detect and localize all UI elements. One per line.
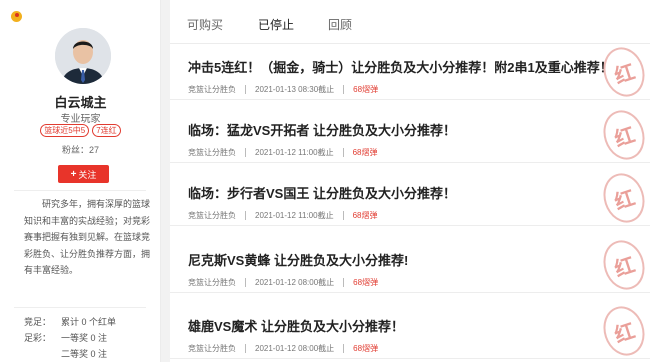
follow-button[interactable]: + 关注	[58, 165, 109, 183]
tab-bar: 可购买 已停止 回顾	[170, 0, 650, 44]
stats-label: 竞足：	[24, 317, 52, 327]
item-title[interactable]: 临场：步行者VS国王 让分胜负及大小分推荐！	[188, 183, 456, 202]
red-stamp-icon: 红	[597, 301, 650, 361]
list-item[interactable]: 临场：猛龙VS开拓者 让分胜负及大小分推荐！ 竞篮让分胜负 2021-01-12…	[170, 105, 650, 165]
item-time: 2021-01-12 11:00截止	[255, 148, 334, 157]
username: 白云城主	[54, 95, 107, 110]
item-title[interactable]: 雄鹿VS魔术 让分胜负及大小分推荐！	[188, 316, 404, 335]
item-category: 竞篮让分胜负	[188, 278, 236, 287]
item-title[interactable]: 临场：猛龙VS开拓者 让分胜负及大小分推荐！	[188, 120, 456, 139]
item-time: 2021-01-12 11:00截止	[255, 211, 334, 220]
tab-review[interactable]: 回顾	[328, 16, 352, 33]
item-time: 2021-01-12 08:00截止	[255, 278, 335, 287]
list-item[interactable]: 冲击5连红！（掘金，骑士）让分胜负及大小分推荐！附2串1及重心推荐！ 竞篮让分胜…	[170, 42, 650, 102]
item-price: 68熠弹	[352, 148, 378, 157]
item-category: 竞篮让分胜负	[188, 344, 236, 353]
stats-row: 竞足： 累计 0 个红单	[24, 314, 116, 330]
item-meta: 竞篮让分胜负 2021-01-12 08:00截止 68熠弹	[188, 343, 378, 354]
list-item[interactable]: 雄鹿VS魔术 让分胜负及大小分推荐！ 竞篮让分胜负 2021-01-12 08:…	[170, 301, 650, 361]
stats-value: 二等奖 0 注	[61, 349, 108, 359]
item-price: 68熠弹	[353, 344, 379, 353]
divider	[14, 190, 146, 191]
item-title[interactable]: 尼克斯VS黄蜂 让分胜负及大小分推荐!	[188, 250, 408, 269]
user-tags: 篮球近5中5 7连红	[0, 124, 161, 137]
item-time: 2021-01-13 08:30截止	[255, 85, 335, 94]
follow-label: 关注	[78, 169, 97, 180]
item-time: 2021-01-12 08:00截止	[255, 344, 335, 353]
red-stamp-icon: 红	[597, 105, 650, 165]
avatar[interactable]	[55, 28, 111, 84]
item-category: 竞篮让分胜负	[188, 148, 236, 157]
red-stamp-icon: 红	[597, 235, 650, 295]
item-meta: 竞篮让分胜负 2021-01-12 11:00截止 68熠弹	[188, 210, 377, 221]
tab-stopped[interactable]: 已停止	[258, 16, 294, 33]
stats-label: 足彩：	[24, 333, 52, 343]
user-title: 专业玩家	[60, 114, 101, 125]
tag-red-streak: 7连红	[92, 124, 121, 137]
stats-row: 二等奖 0 注	[24, 346, 116, 362]
item-category: 竞篮让分胜负	[188, 85, 236, 94]
item-meta: 竞篮让分胜负 2021-01-13 08:30截止 68熠弹	[188, 84, 378, 95]
stats-value: 一等奖 0 注	[61, 333, 108, 343]
stats-list: 竞足： 累计 0 个红单 足彩： 一等奖 0 注 二等奖 0 注	[24, 314, 116, 362]
tag-streak: 篮球近5中5	[40, 124, 90, 137]
main-panel: 可购买 已停止 回顾 冲击5连红！（掘金，骑士）让分胜负及大小分推荐！附2串1及…	[170, 0, 650, 362]
profile-sidebar: 白云城主 专业玩家 篮球近5中5 7连红 粉丝：27 + 关注 研究多年，拥有深…	[0, 0, 161, 362]
stats-value: 累计 0 个红单	[61, 317, 117, 327]
item-meta: 竞篮让分胜负 2021-01-12 11:00截止 68熠弹	[188, 147, 377, 158]
item-meta: 竞篮让分胜负 2021-01-12 08:00截止 68熠弹	[188, 277, 378, 288]
user-bio: 研究多年，拥有深厚的篮球知识和丰富的实战经验；对竞彩赛事把握有独到见解。在篮球竞…	[24, 199, 151, 275]
list-item[interactable]: 临场：步行者VS国王 让分胜负及大小分推荐！ 竞篮让分胜负 2021-01-12…	[170, 168, 650, 228]
stats-label	[24, 346, 61, 362]
item-category: 竞篮让分胜负	[188, 211, 236, 220]
item-price: 68熠弹	[353, 278, 379, 287]
list-item[interactable]: 尼克斯VS黄蜂 让分胜负及大小分推荐! 竞篮让分胜负 2021-01-12 08…	[170, 235, 650, 295]
red-stamp-icon: 红	[597, 168, 650, 228]
item-price: 68熠弹	[352, 211, 378, 220]
plus-icon: +	[70, 168, 77, 180]
logo-badge-icon	[11, 11, 22, 22]
tab-available[interactable]: 可购买	[187, 16, 223, 33]
stats-row: 足彩： 一等奖 0 注	[24, 330, 116, 346]
divider	[14, 307, 146, 308]
item-price: 68熠弹	[353, 85, 379, 94]
item-title[interactable]: 冲击5连红！（掘金，骑士）让分胜负及大小分推荐！附2串1及重心推荐！	[188, 57, 613, 76]
red-stamp-icon: 红	[597, 42, 650, 102]
fans-count: 粉丝：27	[61, 145, 99, 155]
